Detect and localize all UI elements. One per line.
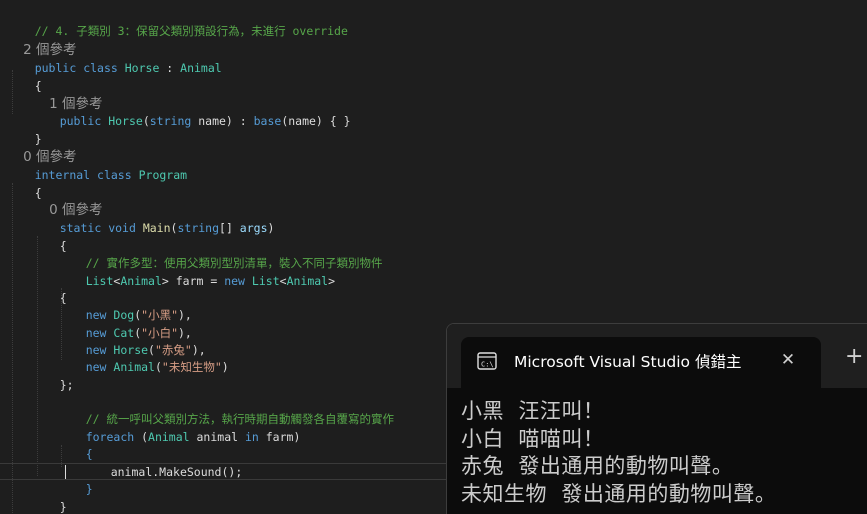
code-line-brace[interactable]: } xyxy=(32,482,67,514)
keyword: string xyxy=(149,114,192,128)
type-name: List xyxy=(85,274,114,288)
punct: ( xyxy=(134,430,149,444)
keyword: class xyxy=(83,61,118,75)
code-text: animal.MakeSound(); xyxy=(110,465,243,479)
type-name: List xyxy=(251,274,280,288)
type-name: Horse xyxy=(108,114,143,128)
output-line: 赤兔 發出通用的動物叫聲。 xyxy=(461,454,734,478)
code-line-brace[interactable]: } xyxy=(58,464,93,496)
text-caret xyxy=(65,465,66,479)
codelens-references[interactable]: 2 個參考 xyxy=(6,23,76,58)
punct: ( xyxy=(142,114,150,128)
code-line-brace[interactable]: } xyxy=(7,114,42,146)
keyword: void xyxy=(108,221,136,235)
close-icon[interactable]: ✕ xyxy=(779,351,797,369)
code-text: (name) { } xyxy=(281,114,351,128)
output-line: 小白 喵喵叫！ xyxy=(461,426,605,451)
punct: ( xyxy=(154,360,162,374)
code-line-new-animal[interactable]: new Animal("未知生物") xyxy=(58,342,229,374)
brace: } xyxy=(59,500,67,514)
punct: ) xyxy=(267,221,275,235)
keyword: base xyxy=(253,114,282,128)
punct: [] xyxy=(219,221,240,235)
code-line-brace[interactable]: } xyxy=(7,499,42,514)
code-line-comment[interactable]: // 實作多型：使用父類別型別清單，裝入不同子類別物件 xyxy=(58,238,383,270)
terminal-titlebar[interactable]: C:\ Microsoft Visual Studio 偵錯主 ✕ + xyxy=(447,324,867,388)
param-name: args xyxy=(239,221,268,235)
keyword: new xyxy=(224,274,245,288)
terminal-tab-title: Microsoft Visual Studio 偵錯主 xyxy=(514,353,742,371)
punct: : xyxy=(159,61,181,75)
keyword: class xyxy=(97,168,132,182)
keyword: foreach xyxy=(85,430,135,444)
debug-console-window[interactable]: C:\ Microsoft Visual Studio 偵錯主 ✕ + 小黑 汪… xyxy=(446,323,867,514)
code-line-new-horse[interactable]: new Horse("赤兔"), xyxy=(58,325,206,357)
code-line-program-class[interactable]: internal class Program xyxy=(7,150,187,182)
keyword: in xyxy=(244,430,259,444)
code-line-make-sound[interactable]: animal.MakeSound(); xyxy=(83,447,243,479)
console-icon: C:\ xyxy=(477,352,497,370)
keyword: new xyxy=(85,360,107,374)
code-text: name) : xyxy=(191,114,254,128)
code-line-new-dog[interactable]: new Dog("小黑"), xyxy=(58,290,192,322)
comment-text: // 4. 子類別 3：保留父類別預設行為，未進行 override xyxy=(34,24,348,38)
punct: ) xyxy=(221,360,229,374)
code-text: > farm = xyxy=(161,274,225,288)
codelens-references[interactable]: 0 個參考 xyxy=(6,130,76,165)
code-line-brace[interactable]: { xyxy=(32,273,67,305)
code-line-foreach[interactable]: foreach (Animal animal in farm) xyxy=(58,412,301,444)
terminal-output[interactable]: 小黑 汪汪叫！ 小白 喵喵叫！ 赤兔 發出通用的動物叫聲。 未知生物 發出通用的… xyxy=(461,398,776,508)
code-line-close-init[interactable]: }; xyxy=(32,360,74,392)
svg-text:C:\: C:\ xyxy=(481,361,494,369)
string-literal: "未知生物" xyxy=(161,360,222,374)
code-line-main[interactable]: static void Main(string[] args) xyxy=(32,203,275,235)
code-text: animal xyxy=(189,430,245,444)
keyword: internal xyxy=(34,168,91,182)
code-line-list-decl[interactable]: List<Animal> farm = new List<Animal> xyxy=(58,256,335,288)
code-line-brace[interactable]: { xyxy=(7,61,42,93)
codelens-references[interactable]: 1 個參考 xyxy=(32,77,102,112)
new-tab-button[interactable]: + xyxy=(845,346,863,368)
indent-guide xyxy=(37,236,38,476)
type-name: Animal xyxy=(148,430,190,444)
code-text: farm) xyxy=(258,430,301,444)
brace: } xyxy=(85,482,93,496)
type-name: Animal xyxy=(286,274,329,288)
punct: < xyxy=(279,274,287,288)
type-name: Animal xyxy=(120,274,162,288)
brace: }; xyxy=(59,378,74,392)
method-name: Main xyxy=(142,221,171,235)
code-line-comment[interactable]: // 統一呼叫父類別方法，執行時期自動觸發各自覆寫的實作 xyxy=(58,394,394,426)
codelens-references[interactable]: 0 個參考 xyxy=(32,183,102,218)
punct: > xyxy=(328,274,336,288)
code-line-horse-class[interactable]: public class Horse : Animal xyxy=(7,43,222,75)
keyword: string xyxy=(177,221,220,235)
code-line-brace[interactable]: { xyxy=(58,429,93,461)
output-line: 小黑 汪汪叫！ xyxy=(461,399,605,423)
output-line: 未知生物 發出通用的動物叫聲。 xyxy=(461,481,777,506)
type-name: Program xyxy=(138,168,188,182)
type-name: Animal xyxy=(180,61,222,75)
code-line-comment[interactable]: // 4. 子類別 3：保留父類別預設行為，未進行 override xyxy=(7,6,348,38)
keyword: public xyxy=(59,114,102,128)
type-name: Animal xyxy=(113,360,155,374)
code-line-brace[interactable]: { xyxy=(32,221,67,253)
code-line-new-cat[interactable]: new Cat("小白"), xyxy=(58,308,192,340)
code-line-horse-ctor[interactable]: public Horse(string name) : base(name) {… xyxy=(32,96,351,128)
type-name: Horse xyxy=(124,61,160,75)
terminal-tab[interactable]: C:\ Microsoft Visual Studio 偵錯主 ✕ xyxy=(461,337,821,388)
